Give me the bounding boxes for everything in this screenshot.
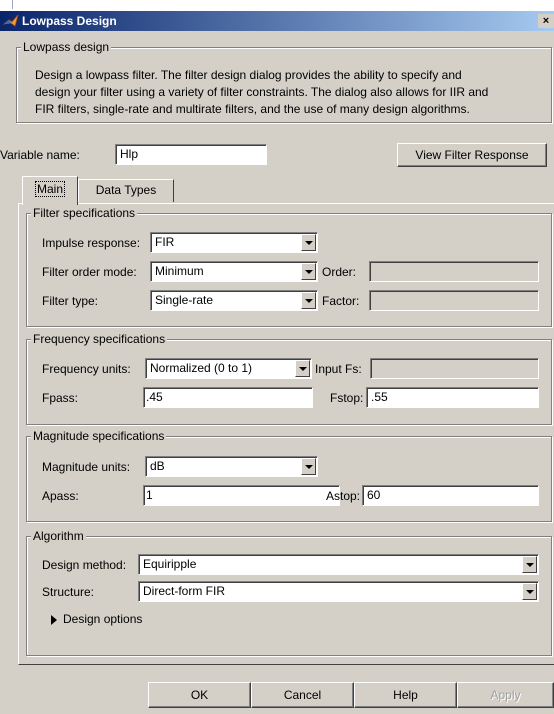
filter-order-mode-value: Minimum	[155, 264, 204, 278]
background-line	[12, 0, 13, 9]
chevron-down-icon	[522, 556, 537, 573]
tab-data-types[interactable]: Data Types	[78, 179, 174, 202]
chevron-down-icon	[301, 292, 316, 309]
magnitude-units-label: Magnitude units:	[42, 460, 131, 474]
fstop-label: Fstop:	[330, 391, 364, 405]
magnitude-units-select[interactable]: dB	[145, 456, 318, 477]
help-button[interactable]: Help	[354, 682, 457, 708]
chevron-down-icon	[301, 458, 316, 475]
title-bar[interactable]: Lowpass Design ×	[0, 11, 554, 31]
impulse-response-select[interactable]: FIR	[150, 232, 318, 253]
chevron-down-icon	[522, 583, 537, 600]
apass-label: Apass:	[42, 489, 79, 503]
order-input[interactable]	[369, 261, 539, 282]
astop-input[interactable]: 60	[362, 485, 539, 506]
magnitude-specifications-label: Magnitude specifications	[31, 429, 167, 443]
frequency-units-label: Frequency units:	[42, 362, 131, 376]
design-method-label: Design method:	[42, 558, 127, 572]
chevron-down-icon	[301, 234, 316, 251]
order-label: Order:	[322, 265, 357, 279]
dialog-window: Lowpass Design × Lowpass design Design a…	[0, 11, 554, 714]
algorithm-label: Algorithm	[31, 529, 86, 543]
description-line-3: FIR filters, single-rate and multirate f…	[35, 102, 470, 116]
tab-main-label: Main	[34, 181, 65, 197]
fpass-input[interactable]: .45	[143, 387, 313, 408]
structure-label: Structure:	[42, 585, 95, 599]
design-method-value: Equiripple	[143, 557, 197, 571]
chevron-down-icon	[295, 360, 310, 377]
chevron-down-icon	[301, 263, 316, 280]
close-icon: ×	[542, 15, 550, 27]
filter-type-label: Filter type:	[42, 294, 99, 308]
filter-type-select[interactable]: Single-rate	[150, 290, 318, 311]
filter-specifications-label: Filter specifications	[31, 206, 138, 220]
factor-input[interactable]	[369, 290, 539, 311]
input-fs-input[interactable]	[370, 358, 539, 379]
factor-label: Factor:	[322, 294, 360, 308]
variable-name-input[interactable]: Hlp	[115, 144, 267, 165]
structure-value: Direct-form FIR	[143, 584, 225, 598]
lowpass-design-label: Lowpass design	[21, 40, 112, 54]
fstop-input[interactable]: .55	[366, 387, 539, 408]
filter-order-mode-label: Filter order mode:	[42, 265, 137, 279]
frequency-specifications-group: Frequency specifications	[26, 332, 552, 425]
apass-input[interactable]: 1	[143, 485, 340, 506]
input-fs-label: Input Fs:	[315, 362, 362, 376]
matlab-icon	[3, 14, 19, 27]
cancel-button[interactable]: Cancel	[251, 682, 354, 708]
view-filter-response-button[interactable]: View Filter Response	[397, 143, 547, 167]
impulse-response-label: Impulse response:	[42, 236, 141, 250]
tab-main[interactable]: Main	[22, 176, 78, 205]
frequency-specifications-label: Frequency specifications	[31, 332, 168, 346]
magnitude-units-value: dB	[150, 459, 165, 473]
close-button[interactable]: ×	[538, 14, 554, 28]
filter-order-mode-select[interactable]: Minimum	[150, 261, 318, 282]
design-method-select[interactable]: Equiripple	[138, 554, 539, 575]
variable-name-label: Variable name:	[0, 148, 80, 162]
filter-type-value: Single-rate	[155, 293, 214, 307]
ok-button[interactable]: OK	[148, 682, 251, 708]
window-title: Lowpass Design	[22, 14, 117, 28]
frequency-units-select[interactable]: Normalized (0 to 1)	[145, 358, 312, 379]
frequency-units-value: Normalized (0 to 1)	[150, 361, 253, 375]
triangle-right-icon	[51, 615, 57, 625]
description-line-2: design your filter using a variety of fi…	[35, 85, 489, 99]
tab-data-types-label: Data Types	[95, 183, 157, 197]
astop-label: Astop:	[326, 489, 361, 503]
description-line-1: Design a lowpass filter. The filter desi…	[35, 68, 462, 82]
impulse-response-value: FIR	[155, 235, 175, 249]
magnitude-specifications-group: Magnitude specifications	[26, 429, 552, 522]
fpass-label: Fpass:	[42, 391, 79, 405]
structure-select[interactable]: Direct-form FIR	[138, 581, 539, 602]
apply-button[interactable]: Apply	[457, 682, 554, 708]
lowpass-design-group: Lowpass design Design a lowpass filter. …	[16, 40, 552, 123]
design-options-label: Design options	[63, 612, 143, 626]
